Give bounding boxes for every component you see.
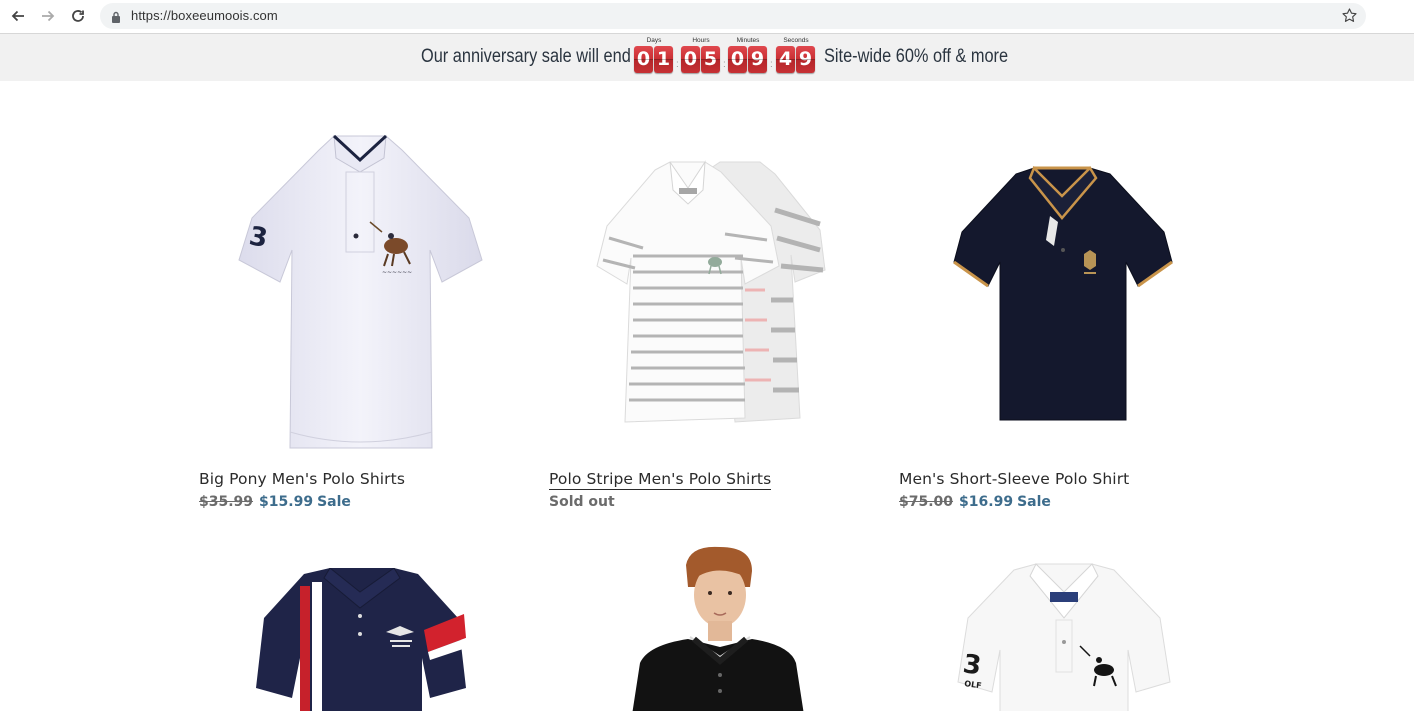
countdown-separator: :	[676, 59, 679, 70]
product-price-row: Sold out	[549, 494, 615, 510]
product-price-row: $75.00 $16.99 Sale	[899, 494, 1051, 510]
product-image-navy-racing-polo-shirt[interactable]	[254, 568, 468, 711]
forward-arrow-icon[interactable]	[37, 6, 59, 26]
announcement-text: Our anniversary sale will end in	[421, 46, 649, 67]
url-text: https://boxeeumoois.com	[131, 8, 278, 23]
address-bar[interactable]: https://boxeeumoois.com	[100, 3, 1366, 29]
sale-badge: Sale	[1017, 494, 1051, 510]
countdown-separator: :	[723, 59, 726, 70]
lock-icon	[111, 10, 121, 28]
product-image-striped-polo-shirt[interactable]	[595, 160, 830, 425]
reload-icon[interactable]	[67, 6, 89, 26]
announcement-offer-text: Site-wide 60% off & more	[824, 46, 1009, 67]
product-price-row: $35.99 $15.99 Sale	[199, 494, 351, 510]
countdown-digit: 0	[634, 46, 653, 73]
countdown-digit: 5	[701, 46, 720, 73]
sale-price: $15.99	[259, 494, 314, 510]
bookmark-star-icon[interactable]	[1341, 7, 1358, 29]
product-image-white-number-polo-shirt[interactable]: 3 OLF	[956, 562, 1172, 711]
product-title[interactable]: Polo Stripe Men's Polo Shirts	[549, 470, 772, 490]
back-arrow-icon[interactable]	[7, 6, 29, 26]
countdown-digit: 4	[776, 46, 795, 73]
countdown-label: Minutes	[736, 37, 760, 44]
sold-out-label: Sold out	[549, 494, 615, 510]
product-image-navy-polo-shirt[interactable]	[950, 165, 1176, 424]
countdown-digit: 0	[728, 46, 747, 73]
countdown-separator: :	[770, 59, 773, 70]
announcement-bar: Our anniversary sale will end in Days 0 …	[0, 34, 1414, 81]
browser-toolbar: https://boxeeumoois.com	[0, 0, 1414, 34]
countdown-digit: 9	[748, 46, 767, 73]
product-title[interactable]: Big Pony Men's Polo Shirts	[199, 470, 405, 488]
compare-at-price: $75.00	[899, 494, 954, 510]
product-title[interactable]: Men's Short-Sleeve Polo Shirt	[899, 470, 1129, 488]
product-image-white-polo-shirt[interactable]: 3 ~~~~~~	[234, 132, 486, 450]
countdown-digit: 1	[654, 46, 673, 73]
countdown-label: Hours	[692, 37, 710, 44]
svg-text:~~~~~~: ~~~~~~	[382, 269, 412, 276]
compare-at-price: $35.99	[199, 494, 254, 510]
sale-badge: Sale	[317, 494, 351, 510]
sale-price: $16.99	[959, 494, 1014, 510]
svg-text:OLF: OLF	[964, 679, 982, 690]
countdown-label: Seconds	[783, 37, 809, 44]
product-image-model-black-polo-shirt[interactable]	[628, 545, 804, 711]
countdown-digit: 9	[796, 46, 815, 73]
countdown-digit: 0	[681, 46, 700, 73]
countdown-label: Days	[646, 37, 662, 44]
